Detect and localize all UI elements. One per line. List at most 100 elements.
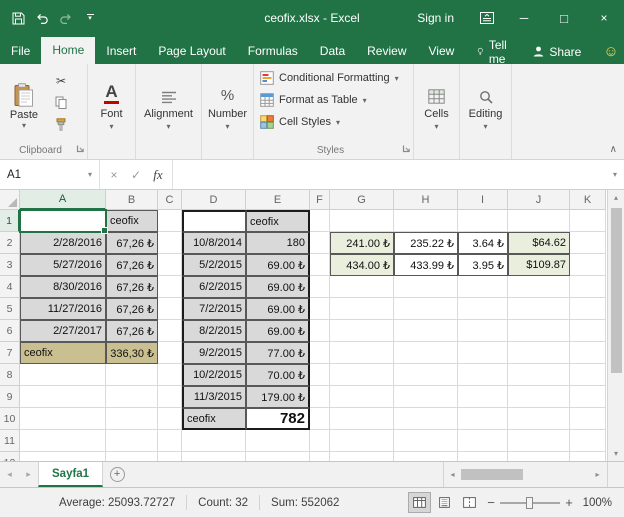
tab-file[interactable]: File [0,39,41,64]
row-header-12[interactable]: 12 [0,452,20,461]
cell-F6[interactable] [310,320,330,342]
sheet-tab-sayfa1[interactable]: Sayfa1 [38,462,104,487]
cell-H11[interactable] [394,430,458,452]
row-header-5[interactable]: 5 [0,298,20,320]
horizontal-scrollbar[interactable]: ◂ ▸ [443,462,607,487]
scroll-up-icon[interactable]: ▴ [608,190,624,205]
cell-I12[interactable] [458,452,508,461]
cell-K6[interactable] [570,320,606,342]
cell-F3[interactable] [310,254,330,276]
cell-H5[interactable] [394,298,458,320]
cells-group-button[interactable]: Cells ▾ [414,64,460,159]
row-header-2[interactable]: 2 [0,232,20,254]
view-page-break-button[interactable] [458,492,481,513]
cell-J3[interactable]: $109.87 [508,254,570,276]
cell-I8[interactable] [458,364,508,386]
tell-me-button[interactable]: Tell me [465,38,523,66]
horizontal-scroll-thumb[interactable] [461,469,523,480]
cell-C11[interactable] [158,430,182,452]
cell-G7[interactable] [330,342,394,364]
cell-B9[interactable] [106,386,158,408]
row-header-4[interactable]: 4 [0,276,20,298]
save-button[interactable] [7,7,29,29]
cell-C10[interactable] [158,408,182,430]
zoom-out-button[interactable]: − [482,495,500,510]
clipboard-dialog-launcher[interactable] [76,144,85,156]
cell-C4[interactable] [158,276,182,298]
cell-E3[interactable]: 69.00 ₺ [246,254,310,276]
close-button[interactable]: × [584,0,624,36]
row-header-1[interactable]: 1 [0,210,20,232]
feedback-smiley-button[interactable]: ☺ [591,39,624,64]
paste-button[interactable]: Paste ▾ [0,64,48,143]
cell-D1[interactable] [182,210,246,232]
cell-D6[interactable]: 8/2/2015 [182,320,246,342]
sheet-nav-right-button[interactable]: ▸ [19,462,38,487]
new-sheet-button[interactable]: + [103,462,131,487]
cell-E7[interactable]: 77.00 ₺ [246,342,310,364]
cell-F5[interactable] [310,298,330,320]
sheet-nav-left-button[interactable]: ◂ [0,462,19,487]
cell-D3[interactable]: 5/2/2015 [182,254,246,276]
cell-G6[interactable] [330,320,394,342]
cell-J8[interactable] [508,364,570,386]
cell-K4[interactable] [570,276,606,298]
column-header-J[interactable]: J [508,190,570,210]
cell-G8[interactable] [330,364,394,386]
cell-A5[interactable]: 11/27/2016 [20,298,106,320]
scroll-left-icon[interactable]: ◂ [444,470,461,479]
scroll-down-icon[interactable]: ▾ [608,446,624,461]
column-header-H[interactable]: H [394,190,458,210]
cell-E11[interactable] [246,430,310,452]
cell-C5[interactable] [158,298,182,320]
cell-B1[interactable]: ceofix [106,210,158,232]
tab-insert[interactable]: Insert [95,39,147,64]
cell-K10[interactable] [570,408,606,430]
vertical-scrollbar[interactable]: ▴ ▾ [607,190,624,461]
cell-C1[interactable] [158,210,182,232]
cell-H6[interactable] [394,320,458,342]
cell-G12[interactable] [330,452,394,461]
formula-enter-button[interactable]: ✓ [125,168,147,182]
formula-cancel-button[interactable]: × [103,168,125,182]
cell-G9[interactable] [330,386,394,408]
cell-J12[interactable] [508,452,570,461]
cell-F4[interactable] [310,276,330,298]
column-header-C[interactable]: C [158,190,182,210]
format-painter-button[interactable] [48,116,74,133]
format-as-table-button[interactable]: Format as Table ▾ [260,89,413,111]
cell-I7[interactable] [458,342,508,364]
row-header-10[interactable]: 10 [0,408,20,430]
cell-I6[interactable] [458,320,508,342]
tab-home[interactable]: Home [41,37,96,64]
formula-bar-expand-button[interactable]: ▾ [606,160,624,189]
sign-in-button[interactable]: Sign in [401,11,470,25]
cell-I10[interactable] [458,408,508,430]
cell-C7[interactable] [158,342,182,364]
cell-H9[interactable] [394,386,458,408]
cell-H7[interactable] [394,342,458,364]
cell-A1[interactable] [19,209,108,234]
cell-D11[interactable] [182,430,246,452]
cell-F2[interactable] [310,232,330,254]
column-header-I[interactable]: I [458,190,508,210]
cell-H3[interactable]: 433.99 ₺ [394,254,458,276]
cell-K2[interactable] [570,232,606,254]
ribbon-display-options-button[interactable] [470,0,504,36]
cell-H2[interactable]: 235.22 ₺ [394,232,458,254]
cell-E1[interactable]: ceofix [246,210,310,232]
tab-data[interactable]: Data [309,39,356,64]
cell-C3[interactable] [158,254,182,276]
conditional-formatting-button[interactable]: Conditional Formatting ▾ [260,67,413,89]
cell-D10[interactable]: ceofix [182,408,246,430]
tab-review[interactable]: Review [356,39,417,64]
cell-D4[interactable]: 6/2/2015 [182,276,246,298]
cell-A3[interactable]: 5/27/2016 [20,254,106,276]
cell-E12[interactable] [246,452,310,461]
cell-B11[interactable] [106,430,158,452]
cell-C8[interactable] [158,364,182,386]
insert-function-button[interactable]: fx [147,167,169,183]
cell-I3[interactable]: 3.95 ₺ [458,254,508,276]
cell-G3[interactable]: 434.00 ₺ [330,254,394,276]
cell-K1[interactable] [570,210,606,232]
